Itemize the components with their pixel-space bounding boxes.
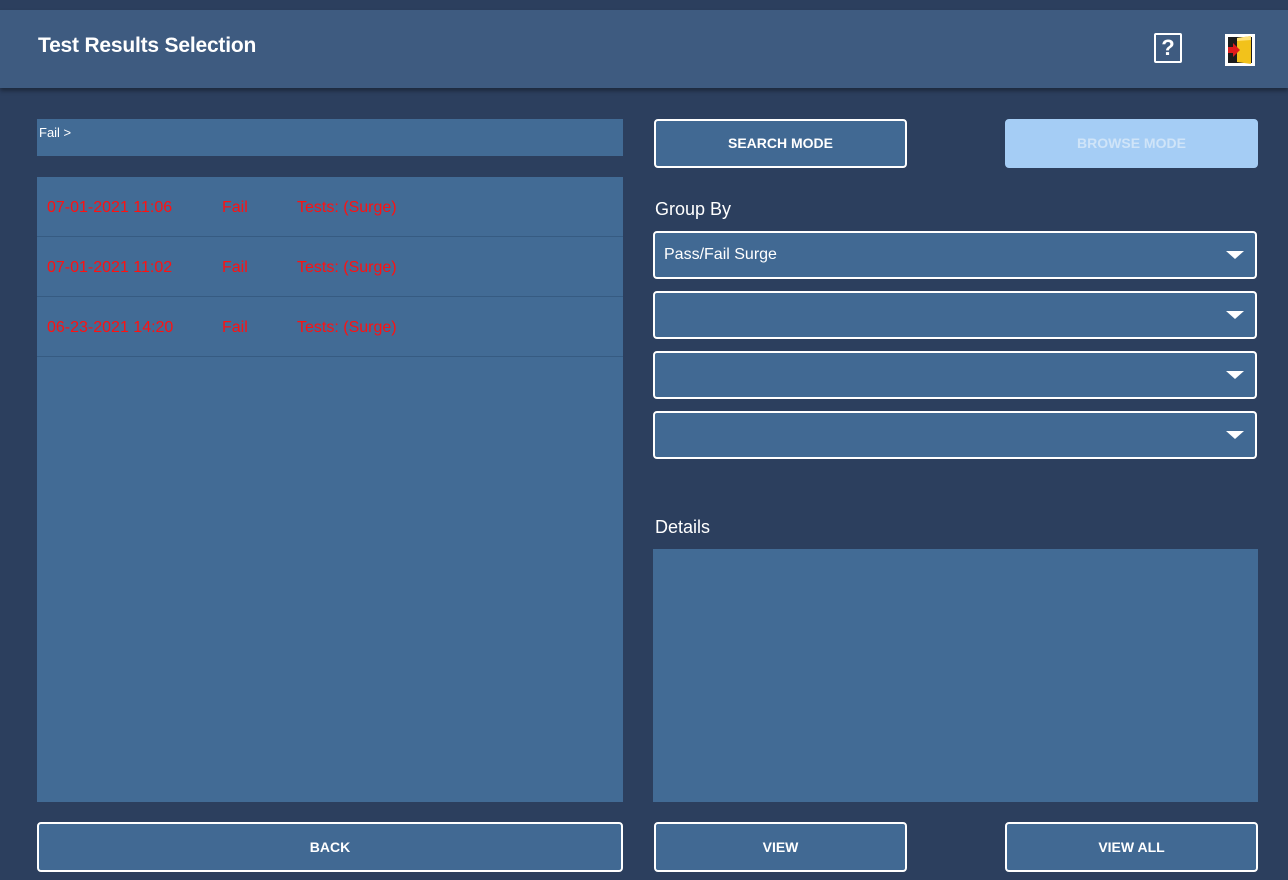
view-all-button[interactable]: VIEW ALL — [1005, 822, 1258, 872]
exit-button[interactable] — [1224, 33, 1256, 67]
result-tests: Tests: (Surge) — [297, 259, 397, 276]
result-date: 06-23-2021 14:20 — [47, 319, 174, 336]
dropdown-value: Pass/Fail Surge — [664, 246, 777, 263]
group-by-label: Group By — [655, 199, 732, 219]
title-bar: Test Results Selection ? — [0, 10, 1288, 88]
exit-door-icon — [1225, 34, 1255, 66]
result-status: Fail — [222, 199, 248, 216]
help-icon: ? — [1161, 35, 1175, 60]
result-tests: Tests: (Surge) — [297, 319, 397, 336]
dropdown-arrow-icon — [1226, 371, 1244, 379]
browse-mode-button[interactable]: BROWSE MODE — [1005, 119, 1258, 168]
details-label: Details — [655, 517, 711, 537]
dropdown-arrow-icon — [1226, 251, 1244, 259]
dropdown-arrow-icon — [1226, 311, 1244, 319]
back-button[interactable]: BACK — [37, 822, 623, 872]
list-item[interactable]: 07-01-2021 11:06 Fail Tests: (Surge) — [37, 177, 623, 237]
result-date: 07-01-2021 11:06 — [47, 199, 173, 216]
result-status: Fail — [222, 259, 248, 276]
dropdown-arrow-icon — [1226, 431, 1244, 439]
list-item[interactable]: 07-01-2021 11:02 Fail Tests: (Surge) — [37, 237, 623, 297]
results-list[interactable]: 07-01-2021 11:06 Fail Tests: (Surge) 07-… — [37, 177, 623, 802]
list-item[interactable]: 06-23-2021 14:20 Fail Tests: (Surge) — [37, 297, 623, 357]
group-by-select-1[interactable]: Pass/Fail Surge — [653, 231, 1257, 279]
group-by-select-3[interactable] — [653, 351, 1257, 399]
group-by-select-4[interactable] — [653, 411, 1257, 459]
result-tests: Tests: (Surge) — [297, 199, 397, 216]
page-title: Test Results Selection — [38, 34, 257, 57]
result-date: 07-01-2021 11:02 — [47, 259, 173, 276]
group-by-select-2[interactable] — [653, 291, 1257, 339]
details-panel — [653, 549, 1258, 802]
view-button[interactable]: VIEW — [654, 822, 907, 872]
search-mode-button[interactable]: SEARCH MODE — [654, 119, 907, 168]
breadcrumb: Fail > — [37, 119, 623, 156]
help-button[interactable]: ? — [1154, 33, 1182, 63]
result-status: Fail — [222, 319, 248, 336]
